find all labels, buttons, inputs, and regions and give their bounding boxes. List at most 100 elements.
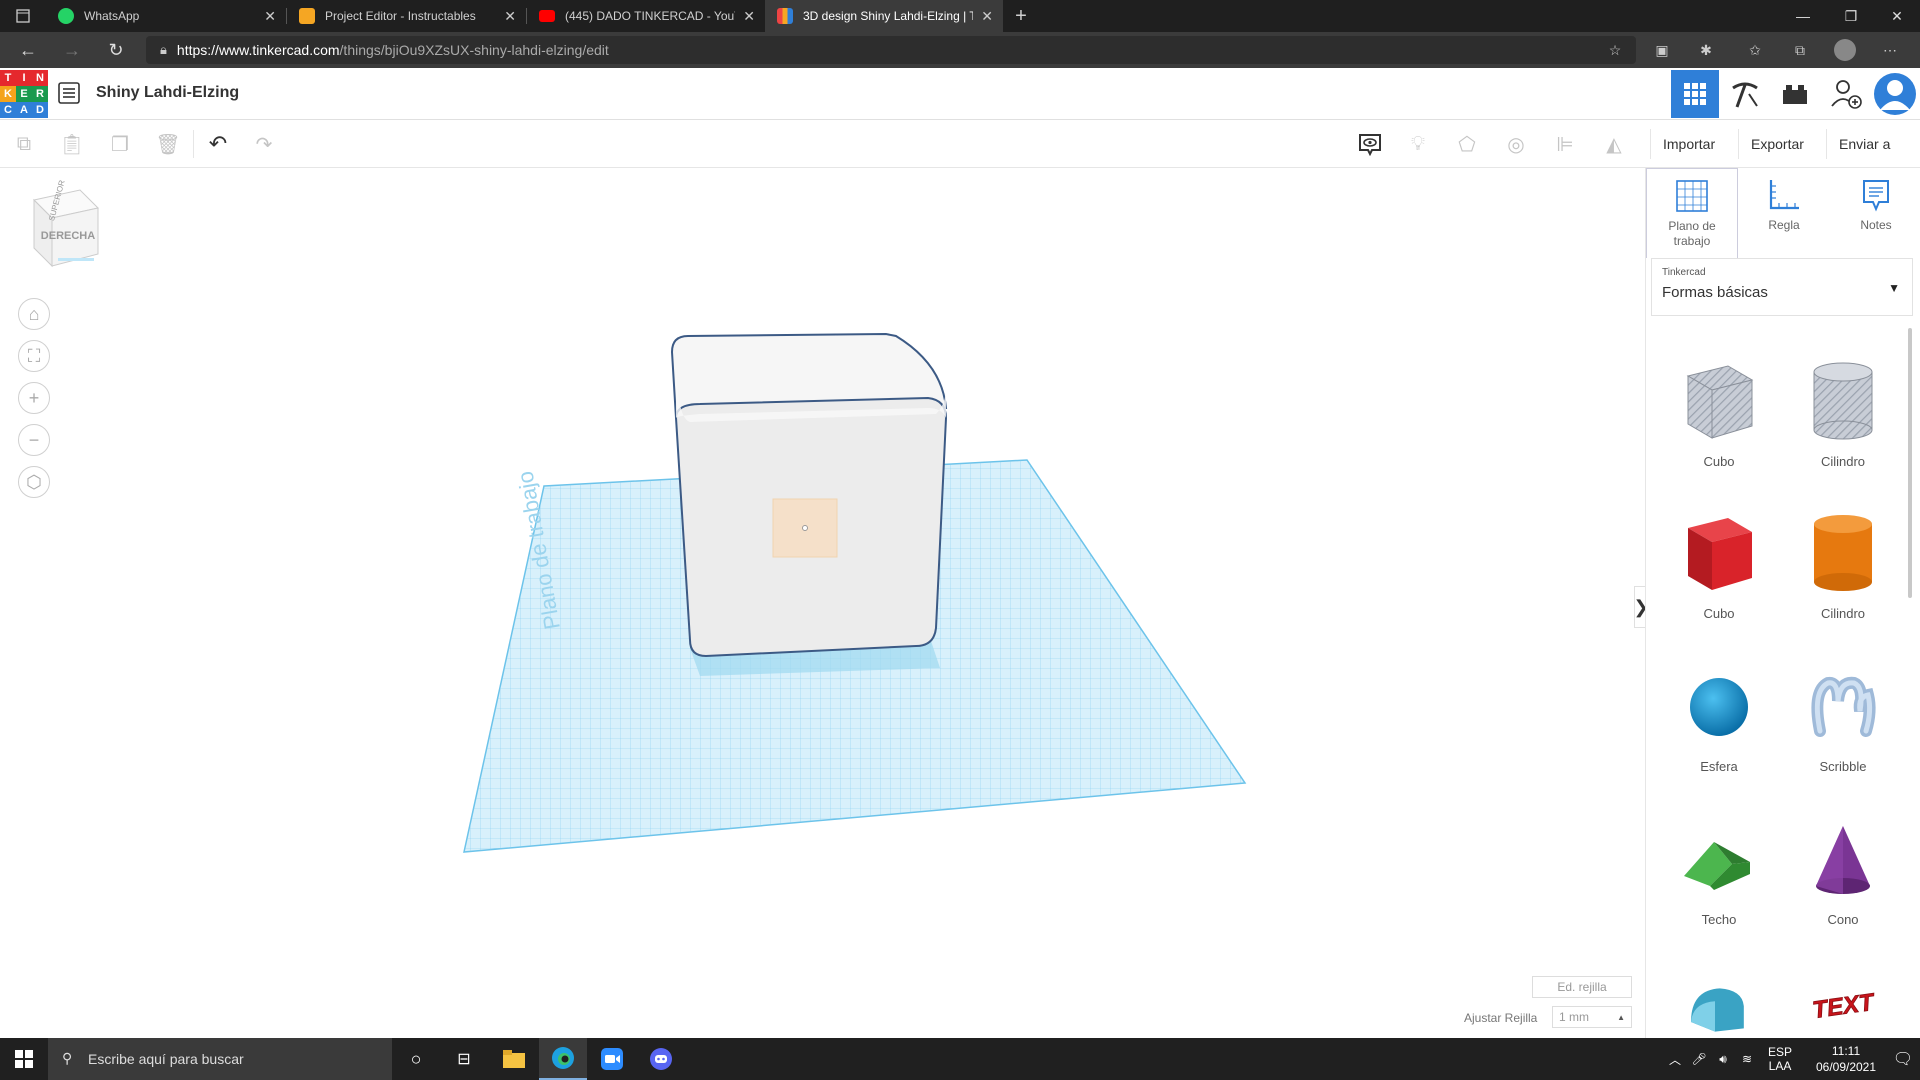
undo-button[interactable]: ↶ bbox=[204, 130, 232, 158]
cortana-button[interactable]: ○ bbox=[392, 1038, 440, 1080]
shape-cone[interactable]: Cono bbox=[1781, 804, 1905, 954]
url-field[interactable]: 🔒︎ https://www.tinkercad.com/things/bjiO… bbox=[146, 36, 1636, 64]
mirror-button[interactable]: ◭ bbox=[1600, 130, 1628, 158]
tab-label: WhatsApp bbox=[84, 9, 140, 23]
light-button[interactable]: 💡︎ bbox=[1404, 130, 1432, 158]
wifi-icon[interactable]: ≋ bbox=[1736, 1038, 1758, 1080]
volume-icon[interactable]: 🔊︎ bbox=[1712, 1038, 1734, 1080]
edge-button[interactable] bbox=[539, 1038, 587, 1080]
cube-red-icon bbox=[1688, 518, 1752, 590]
snap-grid-select[interactable]: 1 mm ▲ bbox=[1552, 1006, 1632, 1028]
shape-button[interactable]: ⬠ bbox=[1453, 130, 1481, 158]
group-button[interactable]: ◎ bbox=[1502, 130, 1530, 158]
send-to-button[interactable]: Enviar a bbox=[1826, 129, 1902, 159]
file-explorer-button[interactable] bbox=[490, 1038, 538, 1080]
more-icon[interactable]: ⋯ bbox=[1880, 40, 1900, 60]
grid-3d-icon bbox=[1684, 83, 1706, 105]
minimize-button[interactable]: — bbox=[1780, 0, 1826, 32]
invite-user-button[interactable] bbox=[1822, 70, 1870, 118]
tab-actions-button[interactable] bbox=[0, 0, 46, 32]
browser-tab-tinkercad[interactable]: 3D design Shiny Lahdi-Elzing | Ti ✕ bbox=[765, 0, 1003, 32]
browser-tab-instructables[interactable]: Project Editor - Instructables ✕ bbox=[287, 0, 526, 32]
logo-letter: K bbox=[0, 86, 16, 102]
tray-overflow-button[interactable]: ︿ bbox=[1664, 1038, 1686, 1080]
collections-icon[interactable]: ▣ bbox=[1652, 40, 1672, 60]
zoom-icon bbox=[601, 1048, 623, 1070]
shape-scribble[interactable]: Scribble bbox=[1781, 651, 1905, 801]
tinkercad-logo[interactable]: T I N K E R C A D bbox=[0, 70, 48, 118]
notifications-icon[interactable]: 🗨︎ bbox=[1886, 1038, 1920, 1080]
redo-button[interactable]: ↷ bbox=[250, 130, 278, 158]
app-header: T I N K E R C A D Shiny Lahdi-Elzing bbox=[0, 68, 1920, 120]
logo-letter: N bbox=[32, 70, 48, 86]
copy-button[interactable]: ⧉ bbox=[10, 130, 38, 158]
browser-tab-youtube[interactable]: (445) DADO TINKERCAD - YouTu ✕ bbox=[527, 0, 765, 32]
user-avatar-button[interactable] bbox=[1871, 70, 1919, 118]
tab-notes[interactable]: Notes bbox=[1830, 168, 1920, 258]
tab-ruler[interactable]: Regla bbox=[1738, 168, 1830, 258]
extensions-icon[interactable]: ✱ bbox=[1696, 40, 1716, 60]
import-button[interactable]: Importar bbox=[1650, 129, 1727, 159]
close-window-button[interactable]: ✕ bbox=[1874, 0, 1920, 32]
duplicate-button[interactable]: ❐ bbox=[106, 130, 134, 158]
close-icon[interactable]: ✕ bbox=[743, 8, 755, 25]
design-list-button[interactable] bbox=[58, 82, 80, 109]
add-favorite-icon[interactable]: ☆ bbox=[1605, 40, 1625, 60]
shape-sphere[interactable]: Esfera bbox=[1657, 651, 1781, 801]
roof-icon bbox=[1684, 842, 1750, 890]
export-button[interactable]: Exportar bbox=[1738, 129, 1816, 159]
align-button[interactable]: ⊫ bbox=[1551, 130, 1579, 158]
favorites-icon[interactable]: ✩ bbox=[1745, 40, 1765, 60]
edit-grid-button[interactable]: Ed. rejilla bbox=[1532, 976, 1632, 998]
shape-round-roof[interactable] bbox=[1657, 956, 1781, 1038]
avatar-icon bbox=[1874, 73, 1916, 115]
tab-label: 3D design Shiny Lahdi-Elzing | Ti bbox=[803, 9, 974, 23]
logo-letter: A bbox=[16, 102, 32, 118]
close-icon[interactable]: ✕ bbox=[981, 8, 993, 25]
tab-workplane[interactable]: Plano de trabajo bbox=[1646, 168, 1738, 258]
back-button[interactable]: ← bbox=[14, 36, 42, 64]
round-roof-icon bbox=[1691, 988, 1744, 1032]
paste-button[interactable]: 📋︎ bbox=[58, 130, 86, 158]
discord-button[interactable] bbox=[637, 1038, 685, 1080]
shape-text[interactable]: TEXT bbox=[1781, 956, 1905, 1038]
zoom-app-button[interactable] bbox=[588, 1038, 636, 1080]
browser-tab-whatsapp[interactable]: WhatsApp ✕ bbox=[46, 0, 286, 32]
bricks-view-button[interactable] bbox=[1771, 70, 1819, 118]
workplane-canvas[interactable]: SUPERIOR DERECHA ⌂ ⛶ + − ⬡ Plano de trab… bbox=[0, 168, 1649, 1038]
blocks-view-button[interactable] bbox=[1721, 70, 1769, 118]
shape-box-hole[interactable]: Cubo bbox=[1657, 346, 1781, 496]
list-icon bbox=[58, 82, 80, 104]
3d-view-button[interactable] bbox=[1671, 70, 1719, 118]
design-title[interactable]: Shiny Lahdi-Elzing bbox=[96, 84, 239, 102]
language-indicator[interactable]: ESP LAA bbox=[1760, 1038, 1800, 1080]
shape-cylinder-hole[interactable]: Cilindro bbox=[1781, 346, 1905, 496]
logo-letter: T bbox=[0, 70, 16, 86]
delete-button[interactable]: 🗑︎ bbox=[154, 130, 182, 158]
tab-actions-icon bbox=[16, 9, 30, 23]
panel-scrollbar[interactable] bbox=[1908, 328, 1912, 598]
new-tab-button[interactable]: + bbox=[1003, 0, 1039, 32]
shape-library-select[interactable]: Tinkercad Formas básicas ▼ bbox=[1651, 258, 1913, 316]
taskbar-search-input[interactable]: ⚲ Escribe aquí para buscar bbox=[48, 1038, 392, 1080]
shape-label: Cubo bbox=[1703, 454, 1735, 469]
shape-roof[interactable]: Techo bbox=[1657, 804, 1781, 954]
task-view-button[interactable]: ⊟ bbox=[440, 1038, 488, 1080]
cylinder-orange-icon bbox=[1814, 515, 1872, 591]
forward-button[interactable]: → bbox=[58, 36, 86, 64]
shape-cylinder[interactable]: Cilindro bbox=[1781, 498, 1905, 648]
notes-toggle-button[interactable] bbox=[1356, 130, 1384, 158]
tab-workplane-label: Plano de trabajo bbox=[1668, 219, 1716, 248]
close-icon[interactable]: ✕ bbox=[504, 8, 516, 25]
microphone-icon[interactable]: 🎤︎ bbox=[1688, 1038, 1710, 1080]
maximize-button[interactable]: ❐ bbox=[1828, 0, 1874, 32]
close-icon[interactable]: ✕ bbox=[264, 8, 276, 25]
duplicate-icon: ❐ bbox=[111, 133, 129, 156]
start-button[interactable] bbox=[0, 1038, 48, 1080]
profile-avatar[interactable] bbox=[1834, 39, 1856, 61]
reload-button[interactable]: ↻ bbox=[102, 36, 130, 64]
clock[interactable]: 11:11 06/09/2021 bbox=[1806, 1038, 1886, 1080]
collections-2-icon[interactable]: ⧉ bbox=[1790, 40, 1810, 60]
discord-icon bbox=[650, 1048, 672, 1070]
shape-box[interactable]: Cubo bbox=[1657, 498, 1781, 648]
